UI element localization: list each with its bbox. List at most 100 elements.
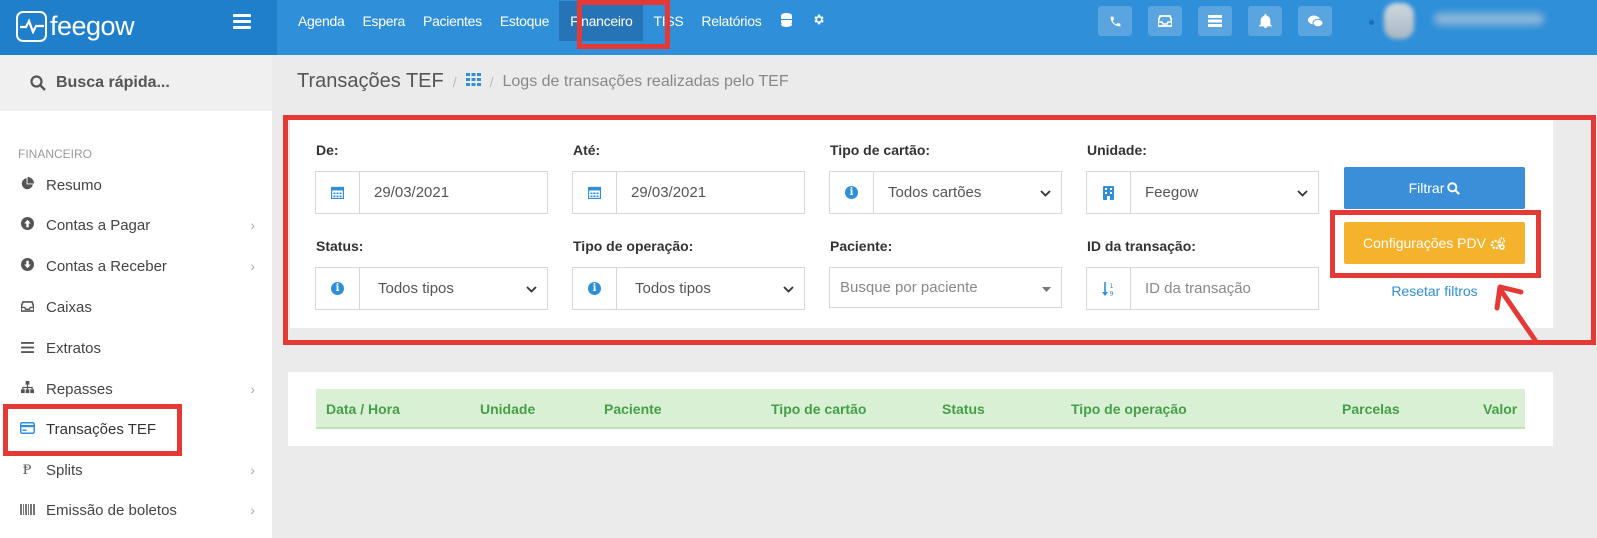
phone-icon[interactable] (1098, 6, 1132, 36)
breadcrumb-separator: / (489, 73, 494, 90)
table-header: Data / Hora Unidade Paciente Tipo de car… (316, 389, 1525, 429)
de-date-field[interactable]: 29/03/2021 (315, 171, 548, 214)
sidebar-item-resumo[interactable]: Resumo (0, 165, 272, 205)
chevron-right-icon: › (250, 462, 255, 478)
chevron-down-icon (526, 282, 537, 296)
results-table: Data / Hora Unidade Paciente Tipo de car… (288, 372, 1553, 446)
column-header-tipo-cartao[interactable]: Tipo de cartão (771, 401, 866, 417)
search-icon (30, 75, 46, 91)
sidebar-item-label: Emissão de boletos (46, 501, 177, 519)
column-header-paciente[interactable]: Paciente (604, 401, 662, 417)
nav-financeiro[interactable]: Financeiro (559, 1, 644, 41)
paciente-placeholder: Busque por paciente (840, 279, 978, 296)
sidebar-item-extratos[interactable]: Extratos (0, 328, 272, 368)
inbox-icon (19, 300, 35, 315)
user-name-blurred[interactable] (1434, 13, 1544, 25)
filtrar-button[interactable]: Filtrar (1344, 167, 1525, 209)
nav-relatorios[interactable]: Relatórios (693, 13, 769, 29)
chevron-down-icon (1040, 186, 1051, 200)
database-icon[interactable] (771, 12, 802, 30)
nav-pacientes[interactable]: Pacientes (415, 13, 490, 29)
top-nav: Agenda Espera Pacientes Estoque Financei… (290, 0, 835, 42)
sidebar-section-title: FINANCEIRO (18, 147, 93, 161)
breadcrumb: Transações TEF / / Logs de transações re… (297, 70, 789, 93)
sidebar-item-contas-a-pagar[interactable]: Contas a Pagar › (0, 205, 272, 245)
logo-mark-icon (16, 10, 47, 42)
tipo-cartao-value: Todos cartões (888, 184, 982, 201)
column-header-parcelas[interactable]: Parcelas (1342, 401, 1400, 417)
sidebar-item-label: Contas a Receber (46, 257, 167, 275)
quick-search[interactable]: Busca rápida... (0, 55, 272, 111)
ate-date-value: 29/03/2021 (631, 184, 707, 201)
building-icon (1087, 172, 1131, 213)
nav-agenda[interactable]: Agenda (290, 13, 352, 29)
sidebar-item-transacoes-tef[interactable]: Transações TEF (0, 409, 272, 449)
id-transacao-placeholder: ID da transação (1145, 280, 1251, 297)
sidebar-item-label: Caixas (46, 298, 92, 316)
top-action-buttons (1098, 6, 1348, 36)
list-icon (19, 341, 35, 356)
grid-icon[interactable] (465, 72, 481, 91)
paciente-search-select[interactable]: Busque por paciente (829, 267, 1062, 308)
chat-icon[interactable] (1298, 6, 1332, 36)
svg-text:9: 9 (1109, 289, 1113, 296)
sidebar-item-caixas[interactable]: Caixas (0, 287, 272, 327)
column-header-unidade[interactable]: Unidade (480, 401, 535, 417)
sitemap-icon (19, 381, 35, 397)
logo[interactable]: feegow (16, 6, 135, 46)
nav-estoque[interactable]: Estoque (492, 13, 557, 29)
logo-area: feegow (0, 0, 277, 55)
sidebar-item-emissao-de-boletos[interactable]: Emissão de boletos › (0, 490, 272, 530)
tipo-operacao-value: Todos tipos (635, 280, 711, 297)
logo-text: feegow (50, 10, 135, 41)
tipo-cartao-label: Tipo de cartão: (830, 142, 931, 158)
resetar-filtros-link[interactable]: Resetar filtros (1344, 283, 1525, 299)
column-header-tipo-operacao[interactable]: Tipo de operação (1071, 401, 1187, 417)
tipo-cartao-select[interactable]: i Todos cartões (829, 171, 1062, 214)
configuracoes-pdv-label: Configurações PDV (1363, 235, 1486, 251)
arrow-down-circle-icon (19, 258, 35, 274)
info-icon: i (830, 172, 874, 213)
column-header-data-hora[interactable]: Data / Hora (326, 401, 400, 417)
gear-icon[interactable] (802, 13, 835, 29)
tipo-operacao-select[interactable]: i Todos tipos (572, 267, 805, 310)
unidade-select[interactable]: Feegow (1086, 171, 1319, 214)
credit-card-icon (19, 421, 35, 437)
nav-espera[interactable]: Espera (354, 13, 413, 29)
arrow-up-circle-icon (19, 217, 35, 233)
chevron-right-icon: › (250, 381, 255, 397)
chevron-right-icon: › (250, 258, 255, 274)
page-description: Logs de transações realizadas pelo TEF (502, 72, 789, 90)
avatar[interactable] (1384, 3, 1414, 39)
sidebar-item-splits[interactable]: Ᵽ Splits › (0, 450, 272, 490)
unidade-value: Feegow (1145, 184, 1199, 201)
ate-date-field[interactable]: 29/03/2021 (572, 171, 805, 214)
sidebar-item-contas-a-receber[interactable]: Contas a Receber › (0, 246, 272, 286)
filtrar-label: Filtrar (1408, 180, 1445, 196)
info-icon: i (316, 268, 360, 309)
calendar-icon (573, 172, 617, 213)
sort-numeric-icon: 19 (1087, 268, 1131, 309)
id-transacao-input[interactable]: 19 ID da transação (1086, 267, 1319, 310)
sidebar-item-label: Splits (46, 461, 83, 479)
inbox-icon[interactable] (1148, 6, 1182, 36)
search-icon (1447, 181, 1461, 195)
sidebar-item-label: Repasses (46, 380, 113, 398)
unidade-label: Unidade: (1087, 142, 1147, 158)
page-title: Transações TEF (297, 70, 444, 92)
chevron-down-icon (1297, 186, 1308, 200)
bell-icon[interactable] (1248, 6, 1282, 36)
menu-toggle-icon[interactable] (233, 14, 251, 29)
sidebar-item-repasses[interactable]: Repasses › (0, 369, 272, 409)
sidebar-item-label: Transações TEF (46, 420, 157, 438)
list-icon[interactable] (1198, 6, 1232, 36)
column-header-status[interactable]: Status (942, 401, 985, 417)
nav-tiss[interactable]: TISS (645, 13, 691, 29)
status-value: Todos tipos (378, 280, 454, 297)
id-transacao-label: ID da transação: (1087, 238, 1196, 254)
column-header-valor[interactable]: Valor (1483, 401, 1517, 417)
sidebar-item-label: Resumo (46, 176, 102, 194)
configuracoes-pdv-button[interactable]: Configurações PDV (1344, 222, 1525, 264)
sidebar-item-label: Extratos (46, 339, 102, 357)
status-select[interactable]: i Todos tipos (315, 267, 548, 310)
